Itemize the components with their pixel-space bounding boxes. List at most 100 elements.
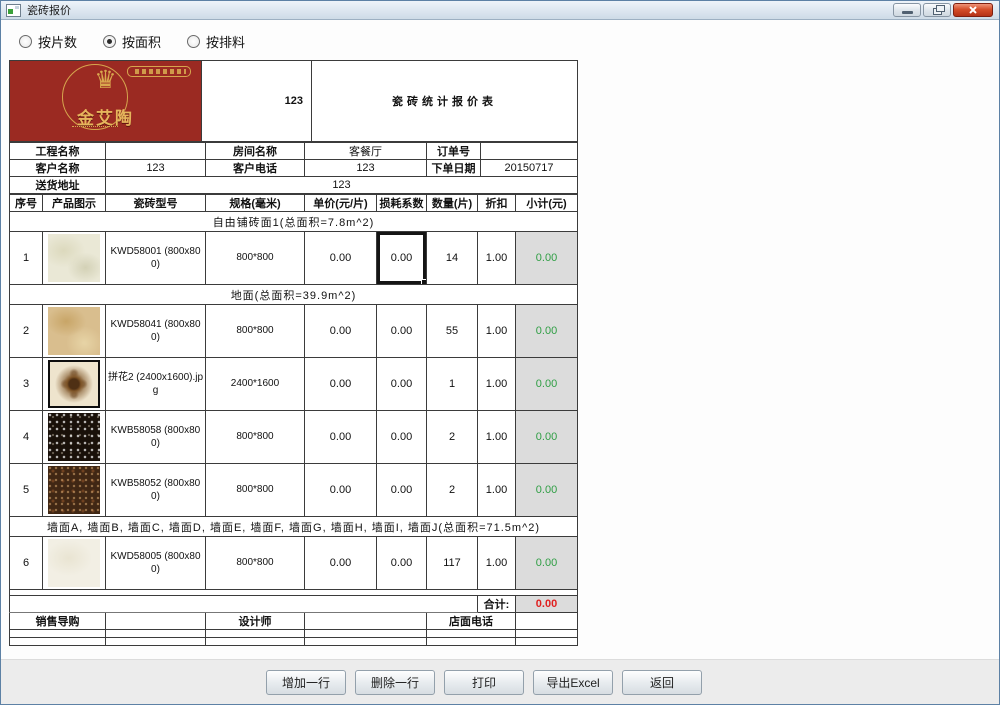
cell-unit-price[interactable]: 0.00 bbox=[305, 358, 377, 411]
room-name-value[interactable]: 客餐厅 bbox=[305, 143, 427, 160]
section-row: 自由铺砖面1(总面积=7.8m^2) bbox=[10, 212, 578, 232]
delivery-address-label: 送货地址 bbox=[10, 177, 106, 194]
sales-value[interactable] bbox=[106, 613, 206, 630]
cell-loss-factor[interactable]: 0.00 bbox=[377, 358, 427, 411]
product-tile-image bbox=[48, 539, 100, 587]
cell-loss-factor[interactable]: 0.00 bbox=[377, 411, 427, 464]
mode-radio-row: 按片数 按面积 按排料 bbox=[19, 32, 245, 51]
cell-unit-price[interactable]: 0.00 bbox=[305, 537, 377, 590]
cell-discount[interactable]: 1.00 bbox=[478, 411, 516, 464]
cell-quantity[interactable]: 2 bbox=[427, 464, 478, 517]
cell-model[interactable]: KWD58005 (800x800) bbox=[106, 537, 206, 590]
app-window: 瓷砖报价 按片数按面积按排料 ♛ 金艾陶 bbox=[0, 0, 1000, 705]
product-tile-image bbox=[48, 360, 100, 408]
back-button[interactable]: 返回 bbox=[622, 670, 702, 695]
section-label: 墙面A, 墙面B, 墙面C, 墙面D, 墙面E, 墙面F, 墙面G, 墙面H, … bbox=[10, 517, 578, 537]
cell-product-image[interactable] bbox=[43, 411, 106, 464]
cell-discount[interactable]: 1.00 bbox=[478, 305, 516, 358]
cell-model[interactable]: KWD58041 (800x800) bbox=[106, 305, 206, 358]
window-title: 瓷砖报价 bbox=[27, 2, 71, 18]
empty-grid-cell bbox=[305, 638, 427, 646]
order-date-value[interactable]: 20150717 bbox=[481, 160, 578, 177]
cell-serial: 4 bbox=[10, 411, 43, 464]
cell-product-image[interactable] bbox=[43, 305, 106, 358]
add-row-button[interactable]: 增加一行 bbox=[266, 670, 346, 695]
cell-product-image[interactable] bbox=[43, 358, 106, 411]
customer-name-value[interactable]: 123 bbox=[106, 160, 206, 177]
cell-discount[interactable]: 1.00 bbox=[478, 358, 516, 411]
cell-loss-factor[interactable]: 0.00 bbox=[377, 305, 427, 358]
customer-phone-value[interactable]: 123 bbox=[305, 160, 427, 177]
close-button[interactable] bbox=[953, 3, 993, 17]
cell-quantity[interactable]: 117 bbox=[427, 537, 478, 590]
cell-loss-factor[interactable]: 0.00 bbox=[377, 464, 427, 517]
cell-spec[interactable]: 2400*1600 bbox=[206, 358, 305, 411]
cell-quantity[interactable]: 2 bbox=[427, 411, 478, 464]
cell-spec[interactable]: 800*800 bbox=[206, 464, 305, 517]
project-name-label: 工程名称 bbox=[10, 143, 106, 160]
cell-model[interactable]: 拼花2 (2400x1600).jpg bbox=[106, 358, 206, 411]
designer-value[interactable] bbox=[305, 613, 427, 630]
mode-radio-1[interactable]: 按面积 bbox=[103, 32, 161, 51]
cell-unit-price[interactable]: 0.00 bbox=[305, 305, 377, 358]
product-tile-image bbox=[48, 413, 100, 461]
minimize-icon bbox=[902, 11, 913, 14]
empty-grid-row bbox=[10, 630, 578, 638]
delete-row-button[interactable]: 删除一行 bbox=[355, 670, 435, 695]
cell-spec[interactable]: 800*800 bbox=[206, 537, 305, 590]
section-row: 墙面A, 墙面B, 墙面C, 墙面D, 墙面E, 墙面F, 墙面G, 墙面H, … bbox=[10, 517, 578, 537]
cell-model[interactable]: KWD58001 (800x800) bbox=[106, 232, 206, 285]
order-code[interactable]: 123 bbox=[202, 61, 312, 142]
cell-discount[interactable]: 1.00 bbox=[478, 464, 516, 517]
cell-product-image[interactable] bbox=[43, 537, 106, 590]
cell-unit-price[interactable]: 0.00 bbox=[305, 411, 377, 464]
column-header-7: 折扣 bbox=[478, 195, 516, 212]
project-name-value[interactable] bbox=[106, 143, 206, 160]
total-value: 0.00 bbox=[516, 596, 578, 613]
radio-circle-icon bbox=[19, 35, 32, 48]
cell-subtotal: 0.00 bbox=[516, 232, 578, 285]
radio-circle-icon bbox=[103, 35, 116, 48]
cell-model[interactable]: KWB58058 (800x800) bbox=[106, 411, 206, 464]
restore-button[interactable] bbox=[923, 3, 951, 17]
delivery-address-value[interactable]: 123 bbox=[106, 177, 578, 194]
cell-quantity[interactable]: 14 bbox=[427, 232, 478, 285]
mode-radio-label: 按面积 bbox=[122, 32, 161, 51]
table-row: 4KWB58058 (800x800)800*8000.000.0021.000… bbox=[10, 411, 578, 464]
empty-grid-cell bbox=[305, 630, 427, 638]
cell-discount[interactable]: 1.00 bbox=[478, 537, 516, 590]
cell-serial: 2 bbox=[10, 305, 43, 358]
cell-serial: 5 bbox=[10, 464, 43, 517]
cell-subtotal: 0.00 bbox=[516, 411, 578, 464]
cell-discount[interactable]: 1.00 bbox=[478, 232, 516, 285]
client-area: 按片数按面积按排料 ♛ 金艾陶 123 瓷 bbox=[1, 20, 999, 704]
cell-product-image[interactable] bbox=[43, 464, 106, 517]
table-row: 1KWD58001 (800x800)800*8000.000.00141.00… bbox=[10, 232, 578, 285]
cell-spec[interactable]: 800*800 bbox=[206, 305, 305, 358]
cell-product-image[interactable] bbox=[43, 232, 106, 285]
cell-subtotal: 0.00 bbox=[516, 305, 578, 358]
cell-quantity[interactable]: 1 bbox=[427, 358, 478, 411]
product-tile-image bbox=[48, 234, 100, 282]
cell-unit-price[interactable]: 0.00 bbox=[305, 464, 377, 517]
sheet-title: 瓷砖统计报价表 bbox=[312, 61, 578, 142]
cell-quantity[interactable]: 55 bbox=[427, 305, 478, 358]
total-row: 合计:0.00 bbox=[10, 596, 578, 613]
column-header-1: 产品图示 bbox=[43, 195, 106, 212]
mode-radio-0[interactable]: 按片数 bbox=[19, 32, 77, 51]
mode-radio-2[interactable]: 按排料 bbox=[187, 32, 245, 51]
cell-model[interactable]: KWB58052 (800x800) bbox=[106, 464, 206, 517]
cell-loss-factor[interactable]: 0.00 bbox=[377, 537, 427, 590]
cell-spec[interactable]: 800*800 bbox=[206, 232, 305, 285]
table-row: 6KWD58005 (800x800)800*8000.000.001171.0… bbox=[10, 537, 578, 590]
export-excel-button[interactable]: 导出Excel bbox=[533, 670, 613, 695]
cell-loss-factor[interactable]: 0.00 bbox=[377, 232, 427, 285]
cell-unit-price[interactable]: 0.00 bbox=[305, 232, 377, 285]
column-header-row: 序号产品图示瓷砖型号规格(毫米)单价(元/片)损耗系数数量(片)折扣小计(元) bbox=[10, 195, 578, 212]
minimize-button[interactable] bbox=[893, 3, 921, 17]
order-no-value[interactable] bbox=[481, 143, 578, 160]
store-phone-value[interactable] bbox=[516, 613, 578, 630]
print-button[interactable]: 打印 bbox=[444, 670, 524, 695]
restore-icon bbox=[933, 8, 942, 15]
cell-spec[interactable]: 800*800 bbox=[206, 411, 305, 464]
